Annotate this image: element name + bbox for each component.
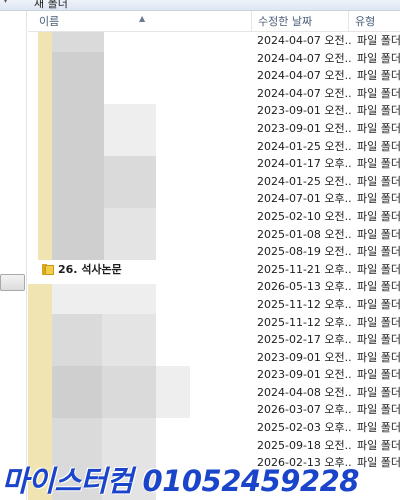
file-type: 파일 폴더: [357, 86, 400, 100]
file-date-modified: 2025-01-08 오전...: [257, 227, 352, 241]
file-row[interactable]: 2026-05-13 오후... 파일 폴더: [28, 278, 400, 296]
file-row[interactable]: 2024-04-07 오전... 파일 폴더: [28, 50, 400, 68]
file-row[interactable]: 2024-01-25 오전... 파일 폴더: [28, 173, 400, 191]
file-date-modified: 2025-02-10 오전...: [257, 209, 352, 223]
column-header-name-label: 이름: [39, 15, 60, 28]
explorer-window: ▾ 새 폴더 이름 ▲ 수정한 날짜 유형 2024-04-07 오전... 파일…: [0, 0, 400, 500]
file-date-modified: 2025-02-17 오후...: [257, 333, 352, 347]
file-type: 파일 폴더: [357, 315, 400, 329]
file-row[interactable]: 2025-09-18 오전... 파일 폴더: [28, 437, 400, 455]
file-date-modified: 2023-09-01 오전...: [257, 121, 352, 135]
file-date-modified: 2026-05-13 오후...: [257, 280, 352, 294]
file-type: 파일 폴더: [357, 209, 400, 223]
file-type: 파일 폴더: [357, 157, 400, 171]
file-date-modified: 2024-01-25 오전...: [257, 174, 352, 188]
file-name: 26. 석사논문: [58, 262, 122, 276]
file-row[interactable]: 2025-11-12 오후... 파일 폴더: [28, 296, 400, 314]
file-type: 파일 폴더: [357, 34, 400, 47]
file-row[interactable]: 2025-11-12 오후... 파일 폴더: [28, 314, 400, 332]
file-row[interactable]: 2026-03-07 오후... 파일 폴더: [28, 401, 400, 419]
file-row[interactable]: 2025-02-03 오후... 파일 폴더: [28, 419, 400, 437]
file-type: 파일 폴더: [357, 104, 400, 118]
new-folder-button[interactable]: 새 폴더: [34, 0, 68, 10]
navigation-pane: [0, 11, 27, 500]
file-type: 파일 폴더: [357, 227, 400, 241]
file-type: 파일 폴더: [357, 438, 400, 452]
file-row[interactable]: 2025-02-10 오전... 파일 폴더: [28, 208, 400, 226]
file-date-modified: 2024-04-08 오전...: [257, 385, 352, 399]
column-header-type[interactable]: 유형: [349, 11, 400, 32]
column-header-name[interactable]: 이름 ▲: [28, 11, 252, 32]
file-date-modified: 2024-01-17 오후...: [257, 157, 352, 171]
file-date-modified: 2024-04-07 오전...: [257, 69, 352, 83]
folder-icon: [42, 263, 54, 275]
file-type: 파일 폴더: [357, 262, 400, 276]
file-date-modified: 2025-11-12 오후...: [257, 315, 352, 329]
file-date-modified: 2023-09-01 오전...: [257, 350, 352, 364]
file-row[interactable]: 2024-04-07 오전... 파일 폴더: [28, 32, 400, 50]
file-type: 파일 폴더: [357, 421, 400, 435]
file-type: 파일 폴더: [357, 121, 400, 135]
file-date-modified: 2025-11-12 오후...: [257, 297, 352, 311]
file-date-modified: 2024-04-07 오전...: [257, 34, 352, 47]
file-list: 2024-04-07 오전... 파일 폴더 2024-04-07 오전... 파일 …: [28, 32, 400, 500]
file-type: 파일 폴더: [357, 139, 400, 153]
nav-pane-scrollbar-thumb[interactable]: [0, 274, 25, 291]
file-row[interactable]: 2023-09-01 오전... 파일 폴더: [28, 349, 400, 367]
file-date-modified: 2023-09-01 오전...: [257, 104, 352, 118]
file-rows: 2024-04-07 오전... 파일 폴더 2024-04-07 오전... 파일 …: [28, 32, 400, 472]
file-date-modified: 2025-09-18 오전...: [257, 438, 352, 452]
file-type: 파일 폴더: [357, 368, 400, 382]
file-row[interactable]: 26. 석사논문 2025-11-21 오후... 파일 폴더: [28, 261, 400, 279]
file-type: 파일 폴더: [357, 333, 400, 347]
file-date-modified: 2025-11-21 오후...: [257, 262, 352, 276]
sort-up-icon: ▲: [139, 14, 146, 23]
file-row[interactable]: 2024-07-01 오후... 파일 폴더: [28, 190, 400, 208]
file-date-modified: 2024-04-07 오전...: [257, 51, 352, 65]
file-date-modified: 2024-04-07 오전...: [257, 86, 352, 100]
file-row[interactable]: 2023-09-01 오전... 파일 폴더: [28, 366, 400, 384]
file-row[interactable]: 2024-01-17 오후... 파일 폴더: [28, 155, 400, 173]
file-type: 파일 폴더: [357, 280, 400, 294]
file-type: 파일 폴더: [357, 403, 400, 417]
file-type: 파일 폴더: [357, 245, 400, 259]
file-date-modified: 2024-07-01 오후...: [257, 192, 352, 206]
file-type: 파일 폴더: [357, 297, 400, 311]
file-row[interactable]: 2024-04-07 오전... 파일 폴더: [28, 67, 400, 85]
file-type: 파일 폴더: [357, 51, 400, 65]
file-row[interactable]: 2025-08-19 오전... 파일 폴더: [28, 243, 400, 261]
file-type: 파일 폴더: [357, 350, 400, 364]
file-row[interactable]: 2024-04-07 오전... 파일 폴더: [28, 85, 400, 103]
file-date-modified: 2023-09-01 오전...: [257, 368, 352, 382]
file-type: 파일 폴더: [357, 69, 400, 83]
file-date-modified: 2025-02-03 오후...: [257, 421, 352, 435]
file-type: 파일 폴더: [357, 385, 400, 399]
chevron-down-icon[interactable]: ▾: [3, 0, 8, 6]
file-type: 파일 폴더: [357, 192, 400, 206]
command-bar: ▾ 새 폴더: [0, 0, 400, 11]
column-header-bar: 이름 ▲ 수정한 날짜 유형: [28, 11, 400, 32]
file-date-modified: 2025-08-19 오전...: [257, 245, 352, 259]
watermark-text: 마이스터컴 01052459228: [2, 464, 359, 498]
file-row[interactable]: 2025-01-08 오전... 파일 폴더: [28, 226, 400, 244]
column-header-date-modified[interactable]: 수정한 날짜: [252, 11, 349, 32]
file-row[interactable]: 2023-09-01 오전... 파일 폴더: [28, 120, 400, 138]
file-date-modified: 2026-03-07 오후...: [257, 403, 352, 417]
file-date-modified: 2024-01-25 오전...: [257, 139, 352, 153]
file-row[interactable]: 2024-01-25 오전... 파일 폴더: [28, 138, 400, 156]
file-row[interactable]: 2024-04-08 오전... 파일 폴더: [28, 384, 400, 402]
file-row[interactable]: 2023-09-01 오전... 파일 폴더: [28, 102, 400, 120]
file-row[interactable]: 2025-02-17 오후... 파일 폴더: [28, 331, 400, 349]
file-type: 파일 폴더: [357, 174, 400, 188]
